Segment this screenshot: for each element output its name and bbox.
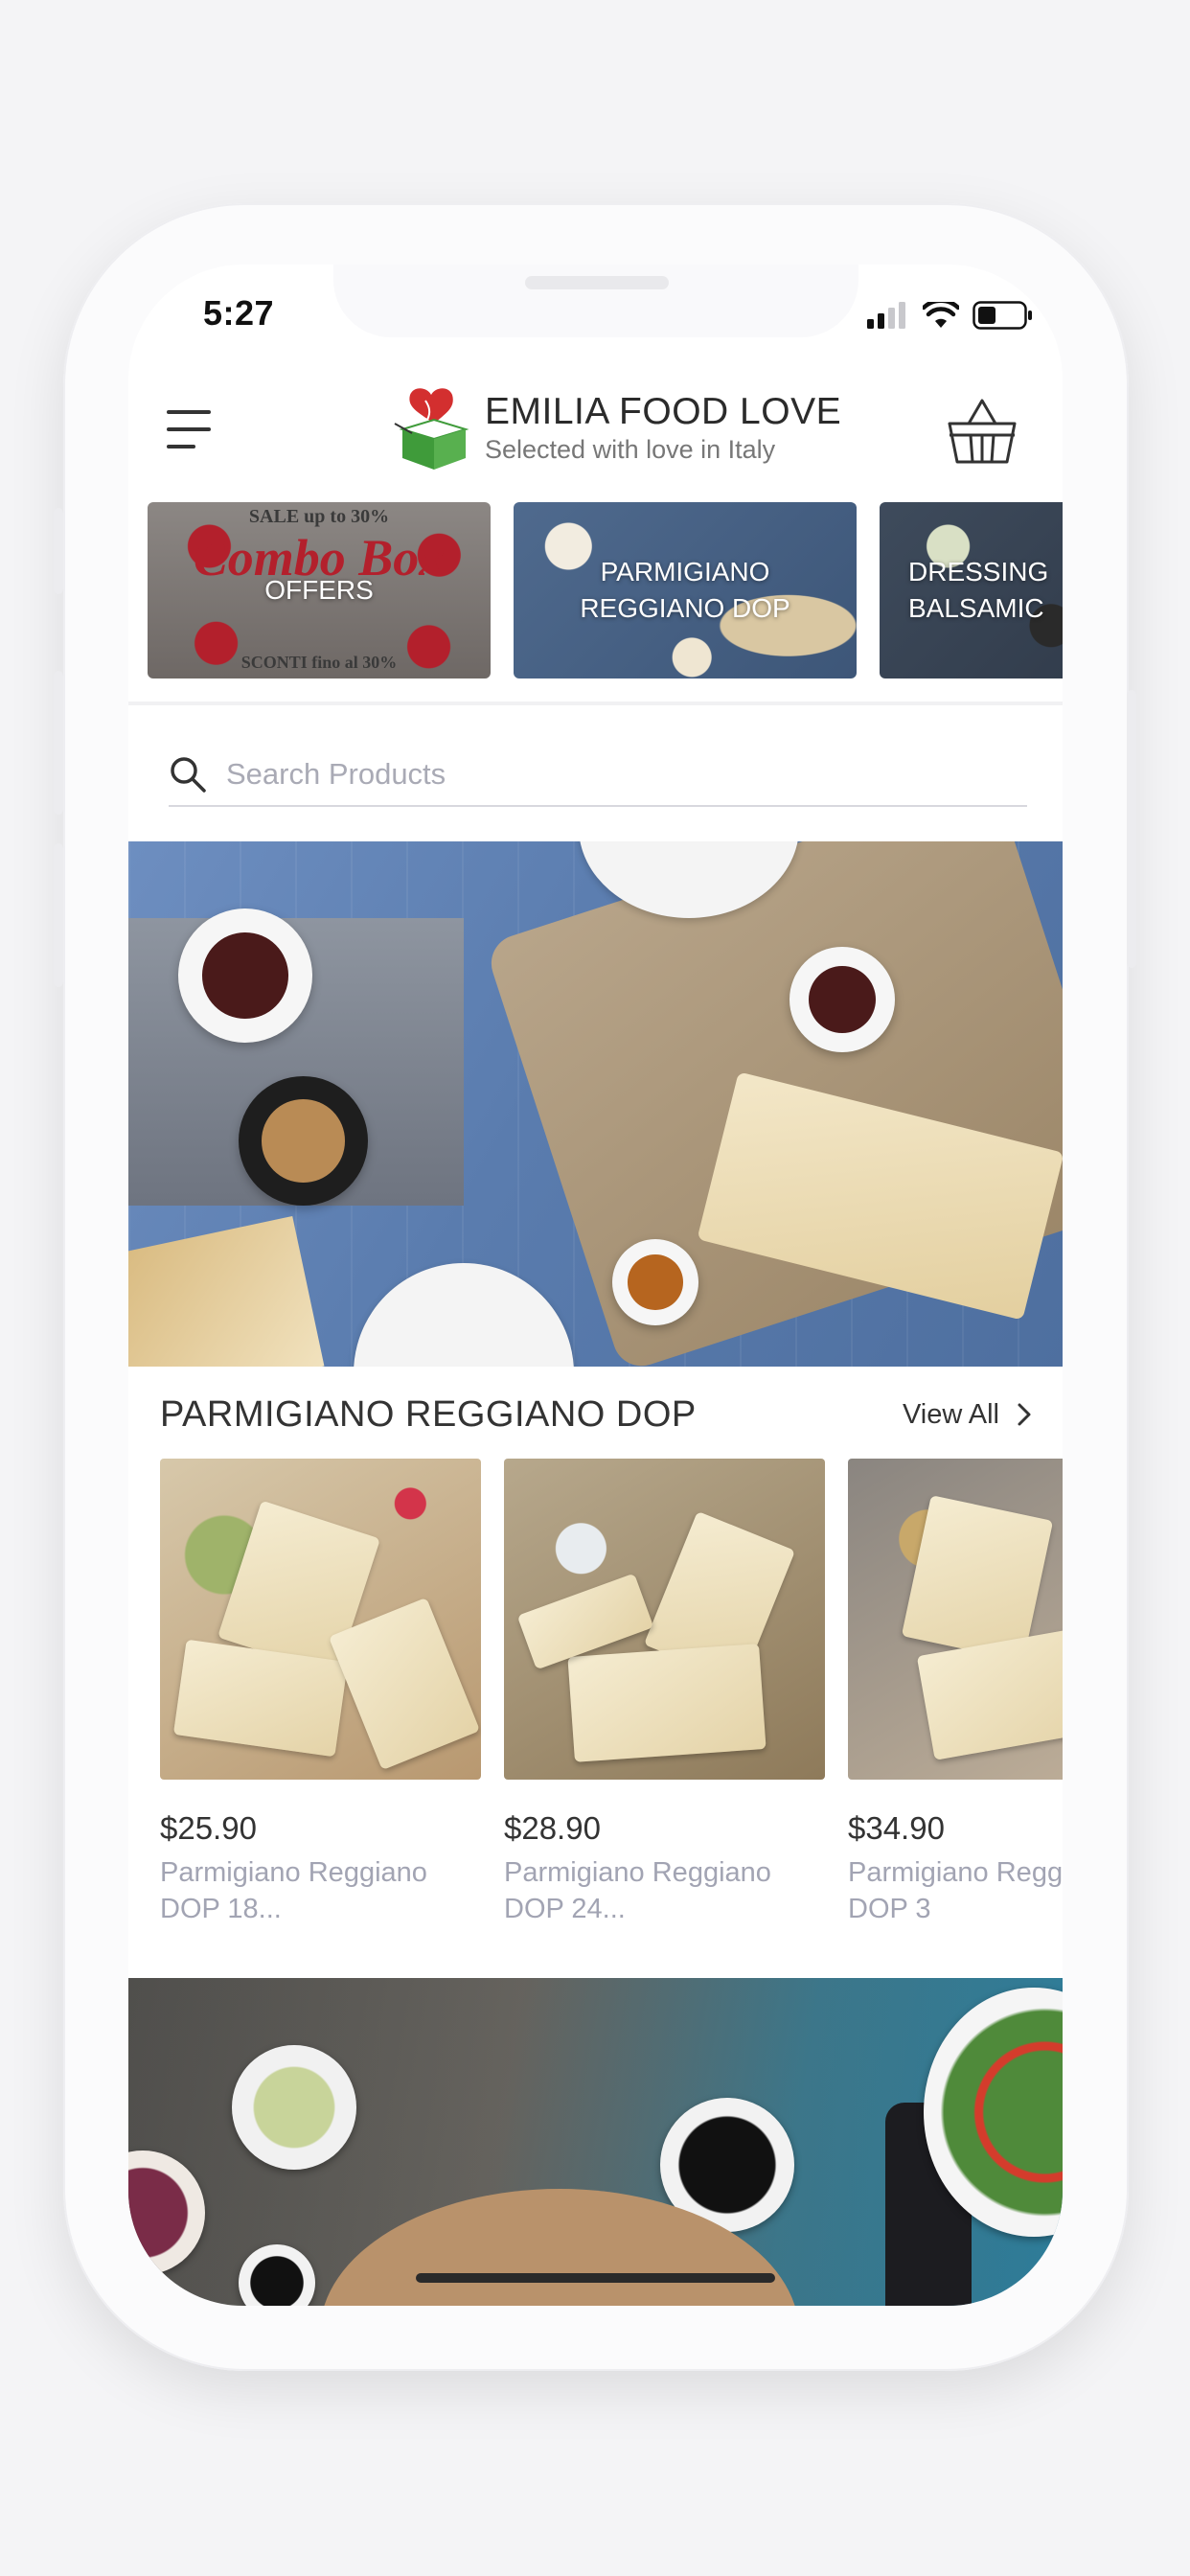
category-label: PARMIGIANO REGGIANO DOP [580, 557, 790, 623]
product-name: Parmigiano Reggiano DOP 24... [504, 1857, 771, 1924]
category-label: DRESSING BALSAMIC [908, 557, 1049, 623]
product-price: $25.90 [160, 1810, 257, 1846]
product-image [848, 1459, 1063, 1780]
category-parmigiano[interactable]: PARMIGIANO REGGIANO DOP [514, 502, 857, 678]
menu-button[interactable] [167, 406, 215, 452]
product-carousel[interactable]: $25.90 Parmigiano Reggiano DOP 18... $28… [160, 1459, 1063, 1957]
view-all-label: View All [902, 1398, 999, 1430]
side-button [54, 508, 63, 594]
search-bar [169, 744, 1027, 807]
hero-cheese-wheel [128, 1215, 325, 1367]
power-button [1127, 690, 1136, 968]
product-price: $28.90 [504, 1810, 601, 1846]
hero-jam-bowl-2 [790, 947, 895, 1052]
volume-down-button [54, 843, 63, 987]
product-image-cheese [916, 1626, 1063, 1760]
basket-icon [948, 399, 1017, 464]
notch [333, 264, 858, 337]
app-screen: 5:27 EMILIA FOOD LOVE Selected with love… [128, 264, 1063, 2306]
divider [128, 702, 1063, 705]
product-image [160, 1459, 481, 1780]
banner-salad-bowl [232, 2045, 356, 2170]
dressing-banner[interactable] [128, 1978, 1063, 2306]
product-card[interactable]: $28.90 Parmigiano Reggiano DOP 24... [504, 1459, 825, 1957]
hamburger-menu-icon-line [167, 427, 211, 431]
category-offers[interactable]: SALE up to 30% Combo Box SCONTI fino al … [148, 502, 491, 678]
section-title: PARMIGIANO REGGIANO DOP [160, 1393, 697, 1435]
brand-tagline: Selected with love in Italy [485, 435, 776, 464]
search-icon [171, 757, 206, 793]
view-all-link[interactable]: View All [903, 1399, 1032, 1431]
brand-logo[interactable]: EMILIA FOOD LOVE Selected with love in I… [393, 385, 841, 472]
offers-image-sconti-text: SCONTI fino al 30% [240, 653, 398, 672]
wifi-icon [923, 302, 959, 328]
heart-box-icon [394, 388, 469, 470]
chevron-right-icon [1018, 1403, 1031, 1426]
cellular-signal-icon [867, 302, 905, 329]
hero-banner[interactable] [128, 841, 1063, 1367]
hamburger-menu-icon [167, 410, 211, 414]
hero-plate [354, 1263, 574, 1367]
product-card[interactable]: $25.90 Parmigiano Reggiano DOP 18... [160, 1459, 481, 1957]
product-name: Parmigiano Reggiano DOP 3 [848, 1857, 1063, 1924]
category-carousel[interactable]: SALE up to 30% Combo Box SCONTI fino al … [148, 502, 1063, 678]
product-image-cheese [567, 1644, 767, 1762]
banner-sauce-bowl-2 [239, 2244, 315, 2306]
offers-image-sale-text: SALE up to 30% [248, 506, 390, 527]
section-header: PARMIGIANO REGGIANO DOP View All [160, 1386, 1032, 1443]
speaker [525, 276, 669, 289]
status-icons [867, 301, 1034, 330]
product-name: Parmigiano Reggiano DOP 18... [160, 1857, 427, 1924]
product-image [504, 1459, 825, 1780]
hero-walnut-bowl [239, 1076, 368, 1206]
app-header: EMILIA FOOD LOVE Selected with love in I… [128, 370, 1063, 494]
hero-honey-bowl [612, 1239, 698, 1325]
cart-button[interactable] [946, 395, 1018, 468]
status-time: 5:27 [203, 293, 275, 333]
category-label: OFFERS [264, 575, 374, 605]
banner-radish-bowl [128, 2150, 205, 2275]
product-price: $34.90 [848, 1810, 945, 1846]
search-input[interactable] [224, 756, 991, 793]
volume-up-button [54, 671, 63, 815]
category-dressing[interactable]: DRESSING BALSAMIC [880, 502, 1063, 678]
hero-jam-bowl [178, 908, 312, 1043]
brand-name: EMILIA FOOD LOVE [485, 391, 842, 432]
home-indicator[interactable] [416, 2273, 775, 2283]
hamburger-menu-icon-line [167, 445, 195, 448]
battery-icon [973, 301, 1032, 330]
product-card[interactable]: $34.90 Parmigiano Reggiano DOP 3 [848, 1459, 1063, 1957]
